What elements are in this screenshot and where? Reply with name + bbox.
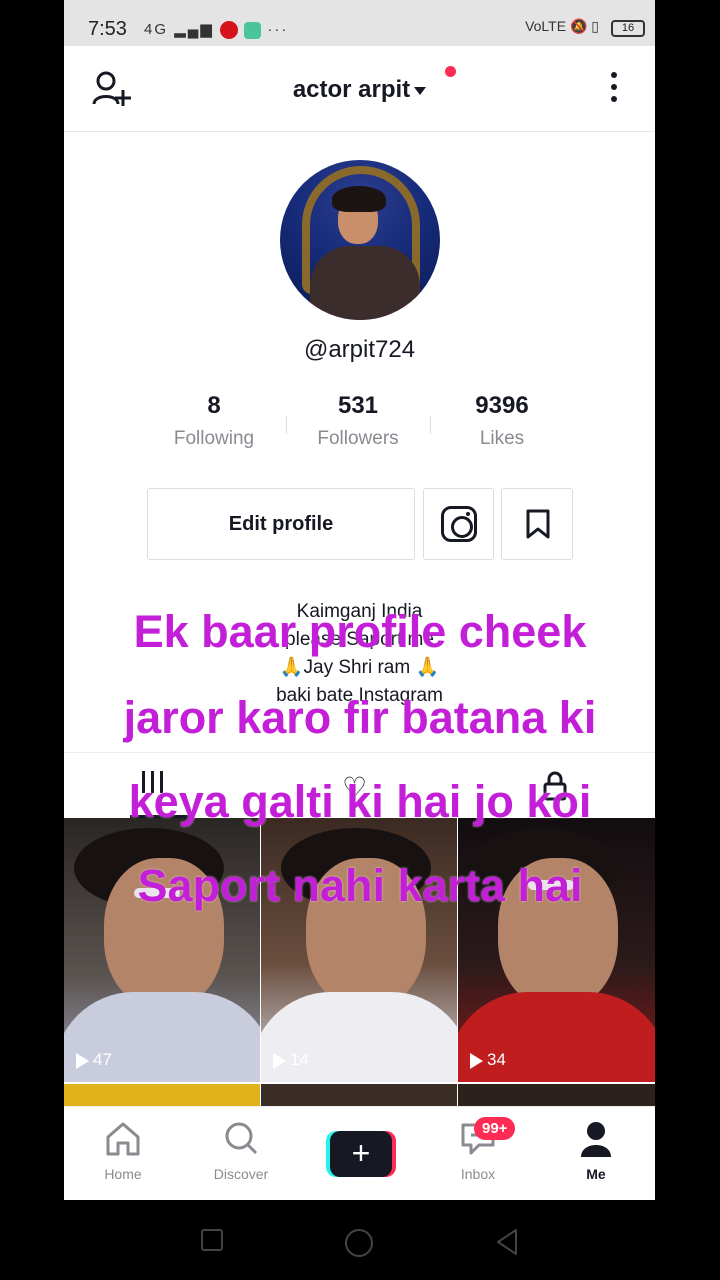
- notification-dot: [445, 66, 456, 77]
- back-triangle-icon: [497, 1229, 517, 1255]
- username-handle: @arpit724: [303, 336, 416, 363]
- volte-label: VoLTE: [525, 18, 567, 34]
- overlay-caption-line: Ek baar profile cheek: [133, 606, 587, 657]
- stat-likes[interactable]: 9396 Likes: [430, 392, 574, 450]
- nav-discover[interactable]: Discover: [196, 1121, 286, 1182]
- overlay-caption-line: jaror karo fir batana ki: [123, 692, 597, 743]
- stat-label: Following: [173, 428, 255, 449]
- bottom-navigation: Home Discover + Inbox 99+ Me: [64, 1106, 655, 1200]
- home-icon: [106, 1122, 140, 1156]
- avatar[interactable]: [280, 160, 440, 320]
- plus-icon: +: [330, 1131, 392, 1177]
- profile-icon: [581, 1122, 611, 1157]
- nav-me[interactable]: Me: [551, 1121, 641, 1182]
- stats-row: 8 Following 531 Followers 9396 Likes: [142, 392, 574, 462]
- play-count: 47: [76, 1050, 112, 1070]
- edit-profile-button[interactable]: Edit profile: [147, 488, 415, 560]
- profile-header: actor arpit: [64, 46, 655, 132]
- search-icon: [225, 1122, 258, 1155]
- chevron-down-icon: [414, 86, 427, 95]
- video-thumbnail[interactable]: [458, 1084, 655, 1108]
- nav-home[interactable]: Home: [78, 1121, 168, 1182]
- stat-label: Likes: [479, 428, 525, 449]
- stat-value: 8: [207, 392, 221, 419]
- create-video-button[interactable]: +: [326, 1131, 396, 1177]
- nav-label: Discover: [213, 1166, 269, 1182]
- play-icon: [76, 1052, 89, 1069]
- play-icon: [470, 1052, 483, 1069]
- more-notifications-icon: ···: [267, 21, 289, 38]
- status-time: 7:53: [88, 18, 127, 40]
- vibrate-icon: ▯: [591, 18, 599, 34]
- back-button[interactable]: [494, 1228, 520, 1261]
- recents-button[interactable]: [200, 1228, 224, 1257]
- stat-value: 9396: [475, 392, 529, 419]
- nav-label: Home: [104, 1166, 142, 1182]
- network-type: 4G: [144, 21, 169, 38]
- square-icon: [201, 1229, 223, 1251]
- status-right-icons: VoLTE 🔕 ▯: [525, 18, 599, 35]
- instagram-icon: [441, 506, 477, 542]
- jio-icon: [220, 21, 239, 40]
- bio-line: 🙏Jay Shri ram 🙏: [279, 657, 440, 678]
- video-thumbnail[interactable]: 14: [261, 818, 457, 1082]
- play-icon: [273, 1052, 286, 1069]
- bookmark-icon: [526, 509, 550, 544]
- signal-icon: ▂▄▆: [174, 21, 214, 38]
- play-count: 14: [273, 1050, 309, 1070]
- play-count: 34: [470, 1050, 506, 1070]
- instagram-button[interactable]: [423, 488, 494, 560]
- stat-value: 531: [337, 392, 379, 419]
- stat-label: Followers: [317, 428, 399, 449]
- account-switcher[interactable]: actor arpit: [64, 76, 655, 104]
- system-navigation-bar: [0, 1200, 720, 1280]
- home-system-button[interactable]: [344, 1228, 374, 1263]
- overlay-caption-line: keya galti ki hai jo koi: [128, 776, 592, 827]
- signal-icons: 4G ▂▄▆ ···: [144, 20, 289, 40]
- inbox-badge: 99+: [474, 1117, 516, 1140]
- overlay-caption-line: Saport nahi karta hai: [137, 860, 583, 911]
- favorites-button[interactable]: [501, 488, 573, 560]
- video-thumbnail[interactable]: 47: [64, 818, 260, 1082]
- video-thumbnail[interactable]: [64, 1084, 260, 1108]
- battery-icon: 16: [611, 20, 645, 37]
- page-title: actor arpit: [292, 76, 411, 103]
- app-notification-icon: [244, 21, 262, 39]
- app-screen: 7:53 4G ▂▄▆ ··· VoLTE 🔕 ▯ 16 actor arpit: [64, 0, 655, 1200]
- video-thumbnail[interactable]: 34: [458, 818, 655, 1082]
- nav-label: Inbox: [460, 1166, 496, 1182]
- more-options-icon[interactable]: [604, 72, 624, 106]
- stat-followers[interactable]: 531 Followers: [286, 392, 430, 450]
- circle-icon: [345, 1229, 373, 1257]
- video-thumbnail[interactable]: [261, 1084, 457, 1108]
- nav-label: Me: [586, 1166, 606, 1182]
- mute-icon: 🔕: [569, 18, 588, 34]
- status-bar: 7:53 4G ▂▄▆ ··· VoLTE 🔕 ▯ 16: [64, 0, 655, 46]
- stat-following[interactable]: 8 Following: [142, 392, 286, 450]
